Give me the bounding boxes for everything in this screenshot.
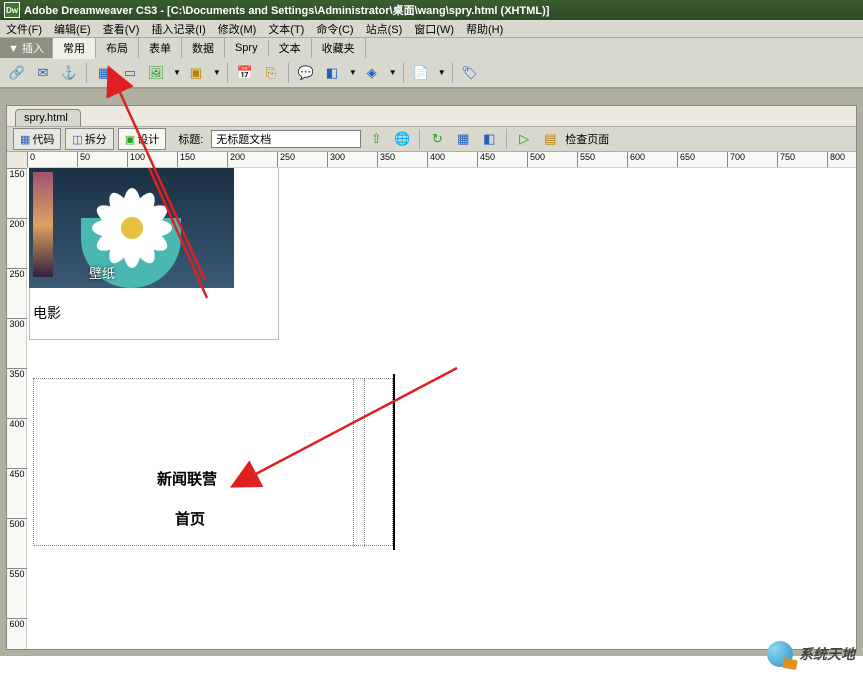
separator — [506, 129, 507, 149]
insert-tab-layout[interactable]: 布局 — [96, 38, 139, 58]
media-icon[interactable]: ▣ — [185, 62, 207, 84]
separator — [288, 63, 289, 83]
insert-tab-common[interactable]: 常用 — [52, 37, 96, 59]
chevron-down-icon[interactable]: ▼ — [389, 68, 397, 77]
separator — [419, 129, 420, 149]
design-view-button[interactable]: ▣设计 — [118, 128, 166, 150]
chevron-down-icon[interactable]: ▼ — [213, 68, 221, 77]
menu-help[interactable]: 帮助(H) — [460, 21, 509, 37]
image-icon[interactable]: 🖼 — [145, 62, 167, 84]
check-page-icon[interactable]: ▤ — [539, 128, 561, 150]
window-title: Adobe Dreamweaver CS3 - [C:\Documents an… — [24, 2, 549, 18]
visual-aids-icon[interactable]: ◧ — [478, 128, 500, 150]
home-text[interactable]: 首页 — [175, 508, 205, 529]
design-canvas[interactable]: 壁纸 电影 新闻联营 首页 电子邮箱 — [27, 168, 856, 649]
insert-label[interactable]: ▼ 插入 — [0, 38, 52, 58]
insert-toolbar: 🔗 ✉ ⚓ ▦ ▭ 🖼 ▼ ▣ ▼ 📅 ⎘ 💬 ◧ ▼ ◈ ▼ 📄 ▼ 🏷 — [0, 58, 863, 88]
menu-site[interactable]: 站点(S) — [360, 21, 409, 37]
news-text[interactable]: 新闻联营 — [157, 468, 217, 489]
menu-text[interactable]: 文本(T) — [262, 21, 310, 37]
view-options-icon[interactable]: ▦ — [452, 128, 474, 150]
menu-edit[interactable]: 编辑(E) — [48, 21, 97, 37]
insert-tab-data[interactable]: 数据 — [182, 38, 225, 58]
insert-tab-forms[interactable]: 表单 — [139, 38, 182, 58]
flower-graphic — [92, 188, 172, 268]
document-panel: spry.html ▦代码 ◫拆分 ▣设计 标题: ⇧ 🌐 ↻ ▦ ◧ ▷ ▤ … — [6, 105, 857, 650]
title-label: 标题: — [178, 131, 203, 147]
ruler-horizontal: 0501001502002503003504004505005506006507… — [27, 152, 856, 168]
hyperlink-icon[interactable]: 🔗 — [6, 62, 28, 84]
menu-bar: 文件(F) 编辑(E) 查看(V) 插入记录(I) 修改(M) 文本(T) 命令… — [0, 20, 863, 38]
tag-chooser-icon[interactable]: 🏷 — [459, 62, 481, 84]
watermark-text: 系统天地 — [799, 644, 855, 664]
table-cell[interactable] — [364, 379, 384, 547]
check-page-label[interactable]: 检查页面 — [565, 131, 609, 147]
page-title-input[interactable] — [211, 130, 361, 148]
document-tab[interactable]: spry.html — [15, 109, 81, 126]
date-icon[interactable]: 📅 — [234, 62, 256, 84]
chevron-down-icon[interactable]: ▼ — [438, 68, 446, 77]
movie-text[interactable]: 电影 — [33, 303, 61, 323]
split-view-button[interactable]: ◫拆分 — [65, 128, 113, 150]
wallpaper-label: 壁纸 — [89, 263, 115, 282]
table-outline[interactable] — [33, 378, 393, 546]
title-bar: Dw Adobe Dreamweaver CS3 - [C:\Documents… — [0, 0, 863, 20]
template-icon[interactable]: 📄 — [410, 62, 432, 84]
upload-icon[interactable]: ⇧ — [365, 128, 387, 150]
server-include-icon[interactable]: ⎘ — [260, 62, 282, 84]
validate-icon[interactable]: ▷ — [513, 128, 535, 150]
menu-window[interactable]: 窗口(W) — [408, 21, 460, 37]
menu-modify[interactable]: 修改(M) — [212, 21, 263, 37]
document-toolbar: ▦代码 ◫拆分 ▣设计 标题: ⇧ 🌐 ↻ ▦ ◧ ▷ ▤ 检查页面 — [7, 126, 856, 152]
anchor-icon[interactable]: ⚓ — [58, 62, 80, 84]
sunset-thumbnail — [33, 172, 53, 277]
div-icon[interactable]: ▭ — [119, 62, 141, 84]
menu-view[interactable]: 查看(V) — [97, 21, 146, 37]
separator — [86, 63, 87, 83]
email-link-icon[interactable]: ✉ — [32, 62, 54, 84]
app-icon: Dw — [4, 2, 20, 18]
menu-insert[interactable]: 插入记录(I) — [145, 21, 211, 37]
chevron-down-icon[interactable]: ▼ — [173, 68, 181, 77]
insert-tab-text[interactable]: 文本 — [269, 38, 312, 58]
table-icon[interactable]: ▦ — [93, 62, 115, 84]
head-icon[interactable]: ◧ — [321, 62, 343, 84]
separator — [227, 63, 228, 83]
script-icon[interactable]: ◈ — [361, 62, 383, 84]
ruler-vertical: 150200250300350400450500550600650 — [7, 168, 27, 649]
chevron-down-icon[interactable]: ▼ — [349, 68, 357, 77]
insert-tab-spry[interactable]: Spry — [225, 40, 269, 56]
document-area: spry.html ▦代码 ◫拆分 ▣设计 标题: ⇧ 🌐 ↻ ▦ ◧ ▷ ▤ … — [0, 89, 863, 656]
menu-commands[interactable]: 命令(C) — [310, 21, 359, 37]
globe-icon[interactable]: 🌐 — [391, 128, 413, 150]
separator — [452, 63, 453, 83]
watermark: 系统天地 — [767, 641, 855, 667]
insert-tab-favorites[interactable]: 收藏夹 — [312, 38, 366, 58]
document-tab-row: spry.html — [7, 106, 856, 126]
cursor-line — [393, 374, 395, 550]
image-placeholder[interactable]: 壁纸 — [29, 168, 234, 288]
globe-icon — [767, 641, 793, 667]
comment-icon[interactable]: 💬 — [295, 62, 317, 84]
separator — [403, 63, 404, 83]
menu-file[interactable]: 文件(F) — [0, 21, 48, 37]
insert-bar: ▼ 插入 常用 布局 表单 数据 Spry 文本 收藏夹 🔗 ✉ ⚓ ▦ ▭ 🖼… — [0, 38, 863, 89]
refresh-icon[interactable]: ↻ — [426, 128, 448, 150]
code-view-button[interactable]: ▦代码 — [13, 128, 61, 150]
